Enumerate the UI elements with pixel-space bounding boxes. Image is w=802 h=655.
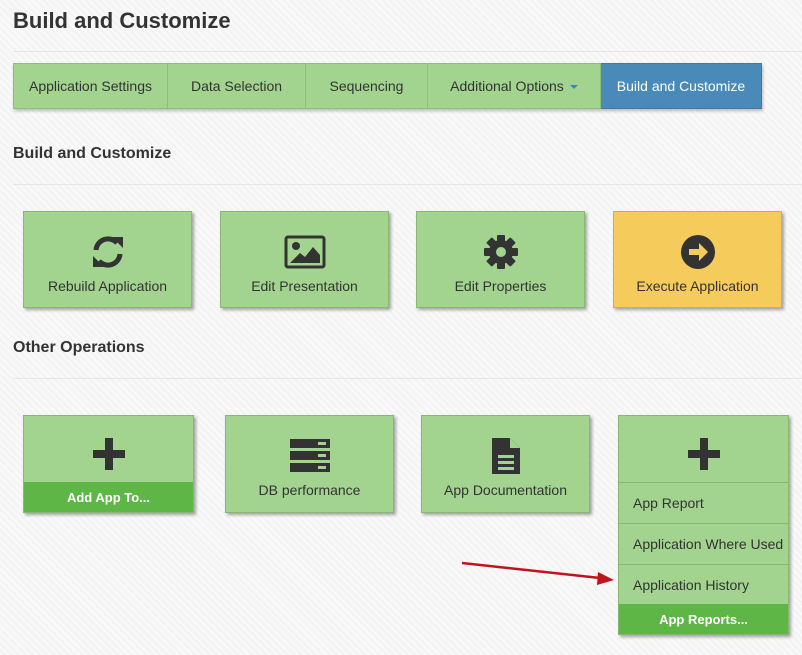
menu-item-app-report[interactable]: App Report xyxy=(619,482,788,522)
tile-label: DB performance xyxy=(258,482,361,498)
plus-icon xyxy=(24,434,193,474)
wizard-tabs: Application Settings Data Selection Sequ… xyxy=(13,63,762,109)
tile-label: Execute Application xyxy=(636,278,759,294)
arrow-right-circle-icon xyxy=(614,232,781,272)
gear-icon xyxy=(417,232,584,272)
tab-application-settings[interactable]: Application Settings xyxy=(13,63,168,109)
tile-label: Edit Presentation xyxy=(251,278,358,294)
refresh-icon xyxy=(24,232,191,272)
tab-data-selection[interactable]: Data Selection xyxy=(168,63,306,109)
menu-item-application-where-used[interactable]: Application Where Used xyxy=(619,523,788,563)
tab-label: Sequencing xyxy=(329,78,404,94)
other-operations-title: Other Operations xyxy=(13,339,145,356)
add-app-to-button[interactable]: Add App To... xyxy=(24,482,193,512)
menu-item-application-history[interactable]: Application History xyxy=(619,564,788,604)
app-reports-button[interactable]: App Reports... xyxy=(619,604,788,634)
app-documentation-button[interactable]: App Documentation xyxy=(421,415,590,513)
tab-label: Additional Options xyxy=(450,78,564,94)
add-app-to-tile[interactable]: Add App To... xyxy=(23,415,194,513)
caret-down-icon xyxy=(569,85,578,89)
tab-label: Build and Customize xyxy=(616,78,746,94)
tab-additional-options[interactable]: Additional Options xyxy=(428,63,601,109)
other-section-divider xyxy=(13,378,802,379)
edit-properties-button[interactable]: Edit Properties xyxy=(416,211,585,308)
tile-label: Rebuild Application xyxy=(47,278,168,294)
tile-label: Edit Properties xyxy=(454,278,547,294)
title-divider xyxy=(13,51,802,52)
rebuild-application-button[interactable]: Rebuild Application xyxy=(23,211,192,308)
tab-label: Data Selection xyxy=(190,78,283,94)
tile-label: App Documentation xyxy=(444,482,567,498)
tab-build-and-customize[interactable]: Build and Customize xyxy=(601,63,762,109)
server-icon xyxy=(226,436,393,476)
page-title: Build and Customize xyxy=(13,8,231,33)
db-performance-button[interactable]: DB performance xyxy=(225,415,394,513)
document-icon xyxy=(422,436,589,476)
plus-icon xyxy=(619,434,788,474)
execute-application-button[interactable]: Execute Application xyxy=(613,211,782,308)
image-icon xyxy=(221,232,388,272)
build-section-divider xyxy=(13,184,802,185)
tab-sequencing[interactable]: Sequencing xyxy=(306,63,428,109)
edit-presentation-button[interactable]: Edit Presentation xyxy=(220,211,389,308)
app-reports-tile[interactable]: App Report Application Where Used Applic… xyxy=(618,415,789,635)
tab-label: Application Settings xyxy=(29,78,152,94)
build-section-title: Build and Customize xyxy=(13,145,172,162)
